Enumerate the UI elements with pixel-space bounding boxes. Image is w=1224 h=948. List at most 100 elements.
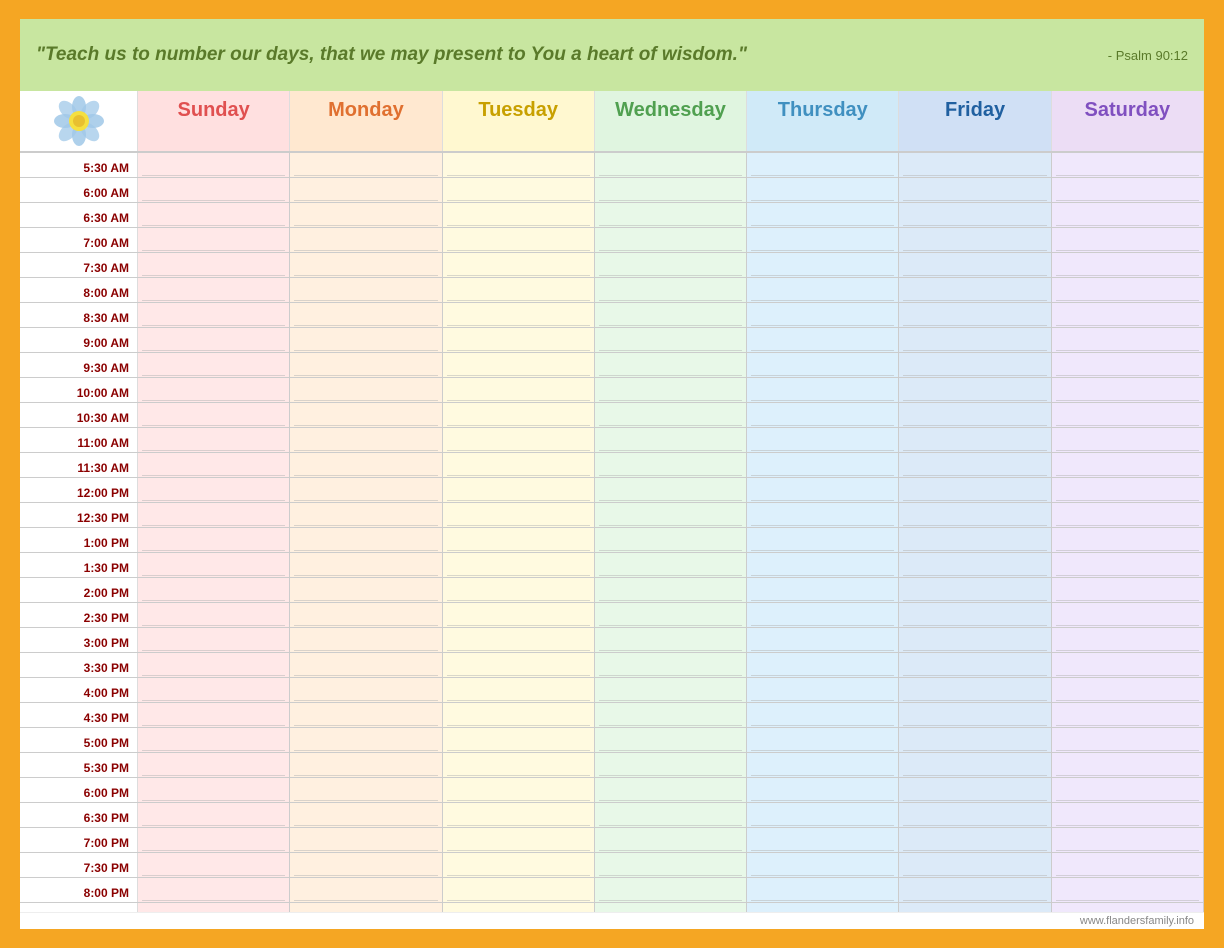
cell-wednesday[interactable] <box>595 553 747 577</box>
cell-sunday[interactable] <box>138 303 290 327</box>
cell-friday[interactable] <box>899 903 1051 912</box>
cell-thursday[interactable] <box>747 403 899 427</box>
cell-friday[interactable] <box>899 878 1051 902</box>
cell-sunday[interactable] <box>138 828 290 852</box>
cell-saturday[interactable] <box>1052 778 1204 802</box>
cell-tuesday[interactable] <box>443 253 595 277</box>
cell-sunday[interactable] <box>138 253 290 277</box>
cell-monday[interactable] <box>290 653 442 677</box>
cell-wednesday[interactable] <box>595 528 747 552</box>
cell-thursday[interactable] <box>747 903 899 912</box>
cell-sunday[interactable] <box>138 653 290 677</box>
cell-sunday[interactable] <box>138 678 290 702</box>
cell-thursday[interactable] <box>747 553 899 577</box>
cell-saturday[interactable] <box>1052 603 1204 627</box>
cell-thursday[interactable] <box>747 778 899 802</box>
cell-sunday[interactable] <box>138 403 290 427</box>
cell-saturday[interactable] <box>1052 253 1204 277</box>
cell-tuesday[interactable] <box>443 753 595 777</box>
cell-wednesday[interactable] <box>595 628 747 652</box>
cell-tuesday[interactable] <box>443 903 595 912</box>
cell-friday[interactable] <box>899 403 1051 427</box>
cell-thursday[interactable] <box>747 828 899 852</box>
cell-monday[interactable] <box>290 428 442 452</box>
cell-sunday[interactable] <box>138 178 290 202</box>
cell-saturday[interactable] <box>1052 403 1204 427</box>
cell-friday[interactable] <box>899 728 1051 752</box>
cell-saturday[interactable] <box>1052 653 1204 677</box>
cell-tuesday[interactable] <box>443 353 595 377</box>
cell-wednesday[interactable] <box>595 703 747 727</box>
cell-saturday[interactable] <box>1052 303 1204 327</box>
cell-sunday[interactable] <box>138 153 290 177</box>
cell-friday[interactable] <box>899 703 1051 727</box>
cell-tuesday[interactable] <box>443 228 595 252</box>
cell-sunday[interactable] <box>138 203 290 227</box>
cell-wednesday[interactable] <box>595 678 747 702</box>
cell-wednesday[interactable] <box>595 728 747 752</box>
cell-friday[interactable] <box>899 653 1051 677</box>
cell-monday[interactable] <box>290 628 442 652</box>
cell-wednesday[interactable] <box>595 303 747 327</box>
cell-thursday[interactable] <box>747 753 899 777</box>
cell-saturday[interactable] <box>1052 578 1204 602</box>
cell-wednesday[interactable] <box>595 828 747 852</box>
cell-friday[interactable] <box>899 603 1051 627</box>
cell-friday[interactable] <box>899 453 1051 477</box>
cell-monday[interactable] <box>290 328 442 352</box>
cell-saturday[interactable] <box>1052 878 1204 902</box>
cell-tuesday[interactable] <box>443 603 595 627</box>
cell-tuesday[interactable] <box>443 378 595 402</box>
cell-sunday[interactable] <box>138 328 290 352</box>
cell-thursday[interactable] <box>747 503 899 527</box>
cell-wednesday[interactable] <box>595 853 747 877</box>
cell-friday[interactable] <box>899 528 1051 552</box>
cell-wednesday[interactable] <box>595 603 747 627</box>
cell-thursday[interactable] <box>747 653 899 677</box>
cell-sunday[interactable] <box>138 428 290 452</box>
cell-saturday[interactable] <box>1052 203 1204 227</box>
cell-monday[interactable] <box>290 728 442 752</box>
cell-thursday[interactable] <box>747 153 899 177</box>
cell-friday[interactable] <box>899 828 1051 852</box>
cell-thursday[interactable] <box>747 578 899 602</box>
cell-thursday[interactable] <box>747 328 899 352</box>
cell-thursday[interactable] <box>747 378 899 402</box>
cell-wednesday[interactable] <box>595 178 747 202</box>
cell-saturday[interactable] <box>1052 153 1204 177</box>
cell-sunday[interactable] <box>138 528 290 552</box>
cell-friday[interactable] <box>899 303 1051 327</box>
time-grid-scroll[interactable]: 5:30 AM6:00 AM6:30 AM7:00 AM7:30 AM8:00 … <box>20 153 1204 912</box>
cell-friday[interactable] <box>899 628 1051 652</box>
cell-wednesday[interactable] <box>595 453 747 477</box>
cell-saturday[interactable] <box>1052 628 1204 652</box>
cell-friday[interactable] <box>899 203 1051 227</box>
cell-tuesday[interactable] <box>443 853 595 877</box>
cell-monday[interactable] <box>290 253 442 277</box>
cell-monday[interactable] <box>290 703 442 727</box>
cell-tuesday[interactable] <box>443 403 595 427</box>
cell-sunday[interactable] <box>138 703 290 727</box>
cell-tuesday[interactable] <box>443 478 595 502</box>
cell-thursday[interactable] <box>747 278 899 302</box>
cell-tuesday[interactable] <box>443 278 595 302</box>
cell-friday[interactable] <box>899 678 1051 702</box>
cell-saturday[interactable] <box>1052 503 1204 527</box>
cell-tuesday[interactable] <box>443 553 595 577</box>
cell-tuesday[interactable] <box>443 503 595 527</box>
cell-thursday[interactable] <box>747 178 899 202</box>
cell-friday[interactable] <box>899 428 1051 452</box>
cell-monday[interactable] <box>290 153 442 177</box>
cell-friday[interactable] <box>899 503 1051 527</box>
cell-saturday[interactable] <box>1052 753 1204 777</box>
cell-thursday[interactable] <box>747 203 899 227</box>
cell-wednesday[interactable] <box>595 328 747 352</box>
cell-wednesday[interactable] <box>595 803 747 827</box>
cell-thursday[interactable] <box>747 803 899 827</box>
cell-monday[interactable] <box>290 803 442 827</box>
cell-monday[interactable] <box>290 303 442 327</box>
cell-tuesday[interactable] <box>443 803 595 827</box>
cell-friday[interactable] <box>899 478 1051 502</box>
cell-monday[interactable] <box>290 878 442 902</box>
cell-friday[interactable] <box>899 328 1051 352</box>
